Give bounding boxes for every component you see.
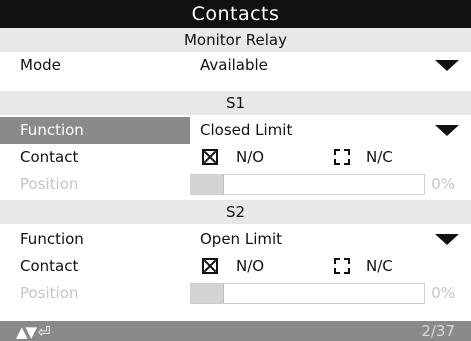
footer-bar: ▲▼ ⏎ 2/37 bbox=[0, 321, 471, 341]
s1-function-row[interactable]: Function Closed Limit bbox=[0, 117, 471, 144]
s2-function-label: Function bbox=[20, 230, 84, 248]
s2-position-indicator bbox=[191, 284, 224, 303]
dropdown-arrow-icon[interactable] bbox=[435, 234, 459, 245]
dropdown-arrow-icon[interactable] bbox=[435, 125, 459, 136]
s1-contact-row: Contact N/O N/C bbox=[0, 144, 471, 171]
s2-function-value: Open Limit bbox=[200, 230, 283, 248]
mode-row[interactable]: Mode Available bbox=[0, 52, 471, 79]
section-header-monitor-relay: Monitor Relay bbox=[0, 28, 471, 52]
page-counter: 2/37 bbox=[421, 322, 455, 340]
s2-contact-row: Contact N/O N/C bbox=[0, 253, 471, 280]
s1-checkbox-no-checked-icon[interactable] bbox=[202, 149, 218, 165]
s1-contact-no-label: N/O bbox=[236, 148, 265, 166]
mode-label: Mode bbox=[20, 56, 61, 74]
s2-contact-label: Contact bbox=[20, 257, 79, 275]
s2-position-bar bbox=[190, 283, 425, 304]
s2-position-label: Position bbox=[20, 284, 79, 302]
s2-contact-nc-label: N/C bbox=[366, 257, 393, 275]
s2-position-value: 0% bbox=[431, 284, 455, 302]
page-title: Contacts bbox=[0, 0, 471, 28]
s1-function-label-highlight: Function bbox=[0, 117, 190, 144]
mode-value: Available bbox=[200, 56, 268, 74]
s1-position-indicator bbox=[191, 175, 224, 194]
s1-position-row: Position 0% bbox=[0, 171, 471, 198]
s2-position-row: Position 0% bbox=[0, 280, 471, 307]
s1-contact-nc-label: N/C bbox=[366, 148, 393, 166]
s2-checkbox-no-checked-icon[interactable] bbox=[202, 258, 218, 274]
s1-function-label: Function bbox=[20, 121, 84, 139]
s1-checkbox-nc-unchecked-icon[interactable] bbox=[334, 149, 350, 165]
section-header-s1: S1 bbox=[0, 91, 471, 115]
s2-function-row[interactable]: Function Open Limit bbox=[0, 226, 471, 253]
s1-function-value: Closed Limit bbox=[200, 121, 293, 139]
s1-position-value: 0% bbox=[431, 175, 455, 193]
section-header-s2: S2 bbox=[0, 200, 471, 224]
s1-contact-label: Contact bbox=[20, 148, 79, 166]
s1-position-label: Position bbox=[20, 175, 79, 193]
navigation-keys-icon: ▲▼ ⏎ bbox=[16, 323, 50, 341]
s1-position-bar bbox=[190, 174, 425, 195]
s2-contact-no-label: N/O bbox=[236, 257, 265, 275]
s2-checkbox-nc-unchecked-icon[interactable] bbox=[334, 258, 350, 274]
dropdown-arrow-icon[interactable] bbox=[435, 60, 459, 71]
